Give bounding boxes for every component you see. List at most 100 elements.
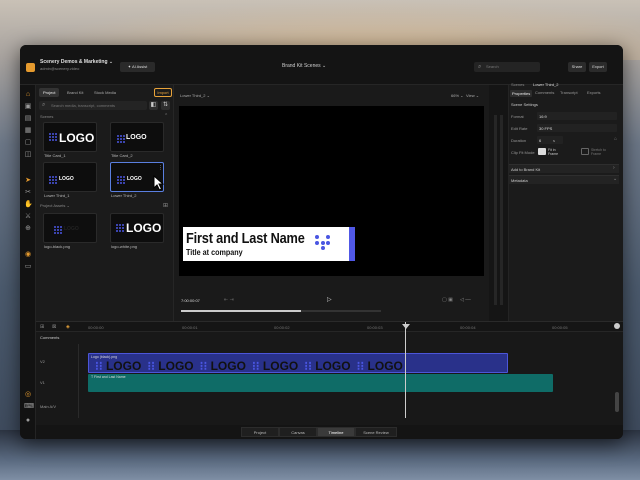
- lower-third-logo-dots-icon: [315, 235, 330, 250]
- razor-tool-icon[interactable]: ⚔: [24, 213, 32, 221]
- asset-card-logo-black[interactable]: LOGO: [43, 213, 97, 243]
- workspace-logo[interactable]: [26, 63, 35, 72]
- filmstrip-dots-icon: ⁝⁝: [251, 359, 263, 373]
- bottom-tab-scene-review[interactable]: Scene Review: [355, 427, 397, 437]
- filter-button[interactable]: ⇅: [161, 101, 170, 110]
- brand-icon[interactable]: ◉: [24, 251, 32, 259]
- timeline-scrollbar[interactable]: [615, 392, 619, 412]
- logo-text: LOGO: [64, 226, 79, 232]
- workspace-name[interactable]: Scenery Demos & Marketing ⌄: [40, 59, 113, 65]
- duration-value: 6: [539, 138, 542, 143]
- clip-fit-mode-value[interactable]: Fit in Frame: [548, 148, 564, 156]
- scene-label: Lower Third_2: [111, 193, 137, 198]
- keyboard-icon[interactable]: ⌨: [24, 403, 34, 411]
- filmstrip-dots-icon: ⁝⁝: [304, 359, 316, 373]
- add-to-brand-kit-button[interactable]: Add to Brand Kit: [509, 164, 619, 173]
- breadcrumb-parent[interactable]: Scenes: [511, 82, 524, 87]
- logo-text: LOGO: [59, 131, 95, 145]
- asset-card-logo-white[interactable]: LOGO: [110, 213, 164, 243]
- tab-transcript[interactable]: Transcript: [560, 90, 578, 95]
- lock-icon[interactable]: ⌂: [614, 136, 617, 142]
- play-icon[interactable]: ▷: [327, 296, 332, 303]
- view-selector[interactable]: View ⌄: [466, 93, 479, 98]
- more-options-icon[interactable]: ⋮: [158, 165, 163, 171]
- stretch-to-frame-icon[interactable]: [581, 148, 589, 155]
- meter-channel-right: [500, 115, 503, 305]
- ruler-tick: 00:00:03: [367, 325, 383, 330]
- lower-third-title[interactable]: First and Last Name: [186, 230, 305, 247]
- bottom-tab-canvas[interactable]: Canvas: [279, 427, 317, 437]
- filmstrip-logo: ⁝⁝ LOGO: [251, 359, 299, 373]
- export-button[interactable]: Export: [589, 62, 607, 72]
- tab-properties[interactable]: Properties: [510, 90, 533, 97]
- scene-card-title-card-2[interactable]: LOGO: [110, 122, 164, 152]
- library-panel: Project Brand Kit Stock Media Import Sea…: [36, 85, 174, 321]
- comment-icon[interactable]: ◈: [66, 324, 70, 330]
- zoom-selector[interactable]: 66% ⌄: [451, 93, 463, 98]
- hand-tool-icon[interactable]: ✋: [24, 201, 33, 209]
- format-field[interactable]: [537, 112, 617, 120]
- text-clip[interactable]: T First and Last Name: [88, 374, 553, 392]
- volume-icon[interactable]: ◁ ‒‒: [460, 297, 471, 303]
- filmstrip-logo-text: LOGO: [262, 359, 299, 373]
- scenes-icon[interactable]: ▤: [24, 115, 32, 123]
- scene-selector[interactable]: Lower Third_2 ⌄: [180, 93, 210, 98]
- playhead-handle[interactable]: [402, 324, 410, 329]
- scene-card-lower-third-1[interactable]: LOGO: [43, 162, 97, 192]
- filmstrip-logo: ⁝⁝ LOGO: [95, 359, 142, 373]
- lower-third-subtitle[interactable]: Title at company: [186, 248, 243, 257]
- logo-clip[interactable]: Logo (black).png ⁝⁝ LOGO ⁝⁝ LOGO ⁝⁝ LOGO ⁝⁝…: [88, 353, 508, 373]
- chevron-right-icon: ›: [613, 165, 615, 171]
- logo-text: LOGO: [127, 176, 142, 182]
- video-canvas[interactable]: First and Last Name Title at company: [179, 106, 484, 276]
- library-icon[interactable]: ▦: [24, 127, 32, 135]
- bottom-tab-timeline[interactable]: Timeline: [317, 427, 355, 437]
- filmstrip-logo: ⁝⁝ LOGO: [357, 359, 403, 372]
- filmstrip-logo: ⁝⁝ LOGO: [200, 359, 246, 372]
- trim-tool-icon[interactable]: ✂: [24, 189, 32, 197]
- logo-text: LOGO: [59, 176, 74, 182]
- brand-dots-icon: [117, 176, 125, 184]
- metadata-section[interactable]: Metadata: [509, 175, 619, 184]
- home-icon[interactable]: ⌂: [24, 91, 32, 99]
- record-icon[interactable]: ▭: [24, 263, 32, 271]
- format-label: Format: [511, 114, 524, 119]
- media-icon[interactable]: ▣: [24, 103, 32, 111]
- view-toggle-button[interactable]: ◧: [149, 101, 158, 110]
- global-search-input[interactable]: Search: [474, 62, 540, 72]
- folder-add-icon[interactable]: ⊞: [163, 202, 168, 209]
- tab-brand-kit[interactable]: Brand Kit: [63, 88, 87, 97]
- properties-panel: Scenes Lower Third_2 Properties Comments…: [509, 82, 623, 321]
- frame-back-icon[interactable]: ⇤ ⇥: [224, 297, 234, 303]
- avatar[interactable]: ●: [24, 417, 32, 425]
- notification-icon[interactable]: ◎: [24, 391, 32, 399]
- tab-stock-media[interactable]: Stock Media: [90, 88, 120, 97]
- brand-dots-icon: [49, 176, 57, 184]
- timeline-settings-icon[interactable]: [614, 323, 620, 329]
- fit-in-frame-icon[interactable]: [538, 148, 546, 155]
- tab-exports[interactable]: Exports: [587, 90, 601, 95]
- filmstrip-logo-text: LOGO: [105, 359, 142, 373]
- tab-project[interactable]: Project: [39, 88, 60, 97]
- scene-card-title-card-1[interactable]: LOGO: [43, 122, 97, 152]
- pointer-tool-icon[interactable]: ➤: [24, 177, 32, 185]
- captions-icon[interactable]: ▢: [24, 139, 32, 147]
- add-track-icon[interactable]: ⊞: [40, 324, 44, 330]
- ai-assist-button[interactable]: ✦ AI Assist: [120, 62, 155, 72]
- import-button[interactable]: Import: [154, 88, 172, 97]
- share-button[interactable]: Share: [568, 62, 586, 72]
- playhead[interactable]: [405, 322, 406, 418]
- magnet-icon[interactable]: ⊠: [52, 324, 56, 330]
- media-search-input[interactable]: Search media, transcript, comments: [39, 101, 147, 110]
- collapse-icon[interactable]: ⌃: [164, 113, 168, 119]
- fullscreen-icon[interactable]: ▢ ▣: [442, 297, 453, 303]
- section-title: Scene Settings: [511, 102, 538, 107]
- stretch-to-frame-option[interactable]: Stretch to Frame: [591, 148, 613, 156]
- zoom-tool-icon[interactable]: ⊕: [24, 225, 32, 233]
- timeline-ruler[interactable]: ⊞ ⊠ ◈ 00:00:00 00:00:01 00:00:02 00:00:0…: [36, 322, 623, 332]
- tab-comments[interactable]: Comments: [535, 90, 554, 95]
- project-title[interactable]: Brand Kit Scenes ⌄: [282, 63, 326, 69]
- templates-icon[interactable]: ◫: [24, 151, 32, 159]
- clip-name: T First and Last Name: [91, 375, 126, 379]
- bottom-tab-project[interactable]: Project: [241, 427, 279, 437]
